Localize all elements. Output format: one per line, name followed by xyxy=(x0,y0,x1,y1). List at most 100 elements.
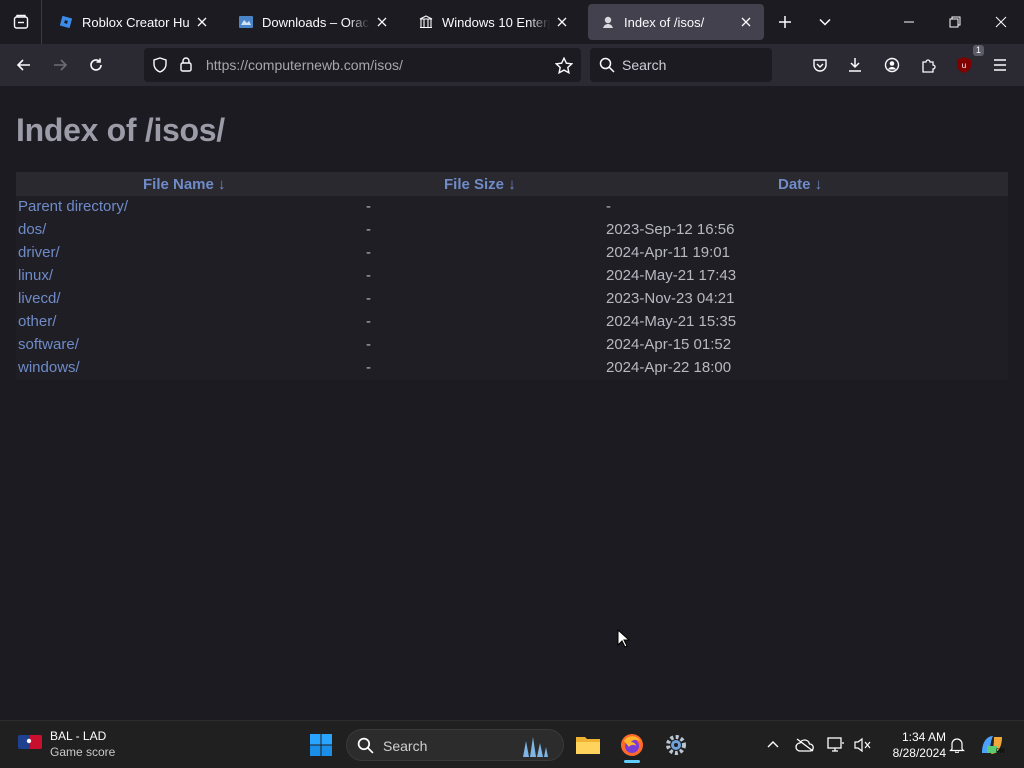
file-size: - xyxy=(366,359,371,376)
active-app-indicator xyxy=(624,760,640,763)
monitor-network-icon xyxy=(827,737,844,752)
windows-logo-icon xyxy=(310,734,332,756)
tab-title: Index of /isos/ xyxy=(624,14,705,30)
tab-bar: Roblox Creator Hub Downloads – Oracle VM… xyxy=(0,0,1024,44)
sort-by-name-link[interactable]: File Name ↓ xyxy=(143,176,226,193)
folder-link-windows[interactable]: windows/ xyxy=(18,359,80,376)
folder-link-linux[interactable]: linux/ xyxy=(18,267,53,284)
clock-date: 8/28/2024 xyxy=(892,746,946,760)
bookmark-star-icon[interactable] xyxy=(554,56,574,79)
taskbar-search-box[interactable]: Search xyxy=(346,729,564,761)
directory-listing-table: File Name ↓ File Size ↓ Date ↓ Parent di… xyxy=(16,172,1008,380)
onedrive-tray-button[interactable] xyxy=(789,729,821,761)
folder-link-driver[interactable]: driver/ xyxy=(18,244,60,261)
file-date: 2023-Sep-12 16:56 xyxy=(606,221,735,238)
lock-icon[interactable] xyxy=(179,56,193,77)
back-arrow-icon xyxy=(16,59,30,71)
back-button[interactable] xyxy=(9,50,39,80)
menu-button[interactable] xyxy=(985,50,1015,80)
sort-by-size-link[interactable]: File Size ↓ xyxy=(444,176,516,193)
file-size: - xyxy=(366,244,371,261)
table-row: driver/ - 2024-Apr-11 19:01 xyxy=(16,242,1008,265)
mlb-logo-icon xyxy=(18,735,42,754)
table-row: livecd/ - 2023-Nov-23 04:21 xyxy=(16,288,1008,311)
file-date: 2024-Apr-22 18:00 xyxy=(606,359,732,376)
table-header: File Name ↓ File Size ↓ Date ↓ xyxy=(16,172,1008,196)
score-subtitle: Game score xyxy=(50,745,116,759)
parent-directory-link[interactable]: Parent directory/ xyxy=(18,198,128,215)
archive-icon xyxy=(418,14,434,30)
file-explorer-button[interactable] xyxy=(572,729,604,761)
plus-icon xyxy=(779,16,791,28)
folder-link-livecd[interactable]: livecd/ xyxy=(18,290,61,307)
copilot-button[interactable]: PRE xyxy=(976,729,1008,761)
taskbar-search-placeholder: Search xyxy=(383,738,428,754)
account-button[interactable] xyxy=(877,50,907,80)
file-date: - xyxy=(606,198,611,215)
roblox-icon xyxy=(58,14,74,30)
restore-icon xyxy=(949,16,961,28)
close-tab-icon[interactable] xyxy=(550,10,574,34)
table-row: other/ - 2024-May-21 15:35 xyxy=(16,311,1008,334)
tab-index-isos[interactable]: Index of /isos/ xyxy=(588,4,764,40)
search-icon xyxy=(357,737,374,759)
minimize-icon xyxy=(904,21,914,23)
firefox-view-button[interactable] xyxy=(0,0,42,44)
tab-roblox[interactable]: Roblox Creator Hub xyxy=(46,4,220,40)
tab-title: Downloads – Oracle VM VirtualBox xyxy=(262,14,370,30)
volume-tray-button[interactable] xyxy=(847,729,879,761)
show-hidden-icons-button[interactable] xyxy=(757,729,789,761)
table-row: Parent directory/ - - xyxy=(16,196,1008,219)
minimize-button[interactable] xyxy=(886,0,932,44)
folder-link-other[interactable]: other/ xyxy=(18,313,56,330)
new-tab-button[interactable] xyxy=(771,8,799,36)
url-host: https://computernewb.com xyxy=(206,57,371,73)
close-window-button[interactable] xyxy=(978,0,1024,44)
url-text[interactable]: https://computernewb.com/isos/ xyxy=(206,57,403,73)
reload-button[interactable] xyxy=(81,50,111,80)
mouse-cursor-icon xyxy=(617,628,631,654)
notifications-button[interactable] xyxy=(941,729,973,761)
folder-link-dos[interactable]: dos/ xyxy=(18,221,46,238)
url-bar[interactable]: https://computernewb.com/isos/ xyxy=(144,48,581,82)
close-icon xyxy=(995,16,1007,28)
close-tab-icon[interactable] xyxy=(734,10,758,34)
firefox-taskbar-button[interactable] xyxy=(616,729,648,763)
svg-text:PRE: PRE xyxy=(996,749,1005,755)
forward-arrow-icon xyxy=(54,59,68,71)
gear-icon xyxy=(666,735,686,755)
close-tab-icon[interactable] xyxy=(190,10,214,34)
ublock-origin-button[interactable]: u 1 xyxy=(949,45,984,80)
list-all-tabs-button[interactable] xyxy=(811,8,839,36)
extensions-button[interactable] xyxy=(913,50,943,80)
restore-button[interactable] xyxy=(932,0,978,44)
tab-virtualbox[interactable]: Downloads – Oracle VM VirtualBox xyxy=(226,4,400,40)
sort-by-date-link[interactable]: Date ↓ xyxy=(778,176,822,193)
virtualbox-taskbar-button[interactable] xyxy=(660,729,692,761)
windows-taskbar: BAL - LAD Game score Search 1:34 AM 8/28… xyxy=(0,720,1024,768)
table-row: software/ - 2024-Apr-15 01:52 xyxy=(16,334,1008,357)
tab-windows10[interactable]: Windows 10 Enterprise xyxy=(406,4,580,40)
downloads-button[interactable] xyxy=(840,50,870,80)
folder-link-software[interactable]: software/ xyxy=(18,336,79,353)
file-size: - xyxy=(366,336,371,353)
search-icon xyxy=(599,57,615,78)
file-date: 2024-May-21 15:35 xyxy=(606,313,737,330)
file-size: - xyxy=(366,290,371,307)
start-button[interactable] xyxy=(305,729,337,761)
shield-icon[interactable] xyxy=(152,57,168,78)
pocket-button[interactable] xyxy=(805,50,835,80)
chevron-up-icon xyxy=(767,741,779,748)
copilot-icon: PRE xyxy=(982,736,1005,755)
search-bar[interactable]: Search xyxy=(590,48,772,82)
system-clock[interactable]: 1:34 AM 8/28/2024 xyxy=(880,729,946,761)
file-size: - xyxy=(366,313,371,330)
url-path: /isos/ xyxy=(370,57,403,73)
forward-button[interactable] xyxy=(45,50,75,80)
file-date: 2023-Nov-23 04:21 xyxy=(606,290,735,307)
file-size: - xyxy=(366,198,371,215)
browser-window: Roblox Creator Hub Downloads – Oracle VM… xyxy=(0,0,1024,720)
close-tab-icon[interactable] xyxy=(370,10,394,34)
puzzle-icon xyxy=(922,59,936,73)
file-size: - xyxy=(366,267,371,284)
